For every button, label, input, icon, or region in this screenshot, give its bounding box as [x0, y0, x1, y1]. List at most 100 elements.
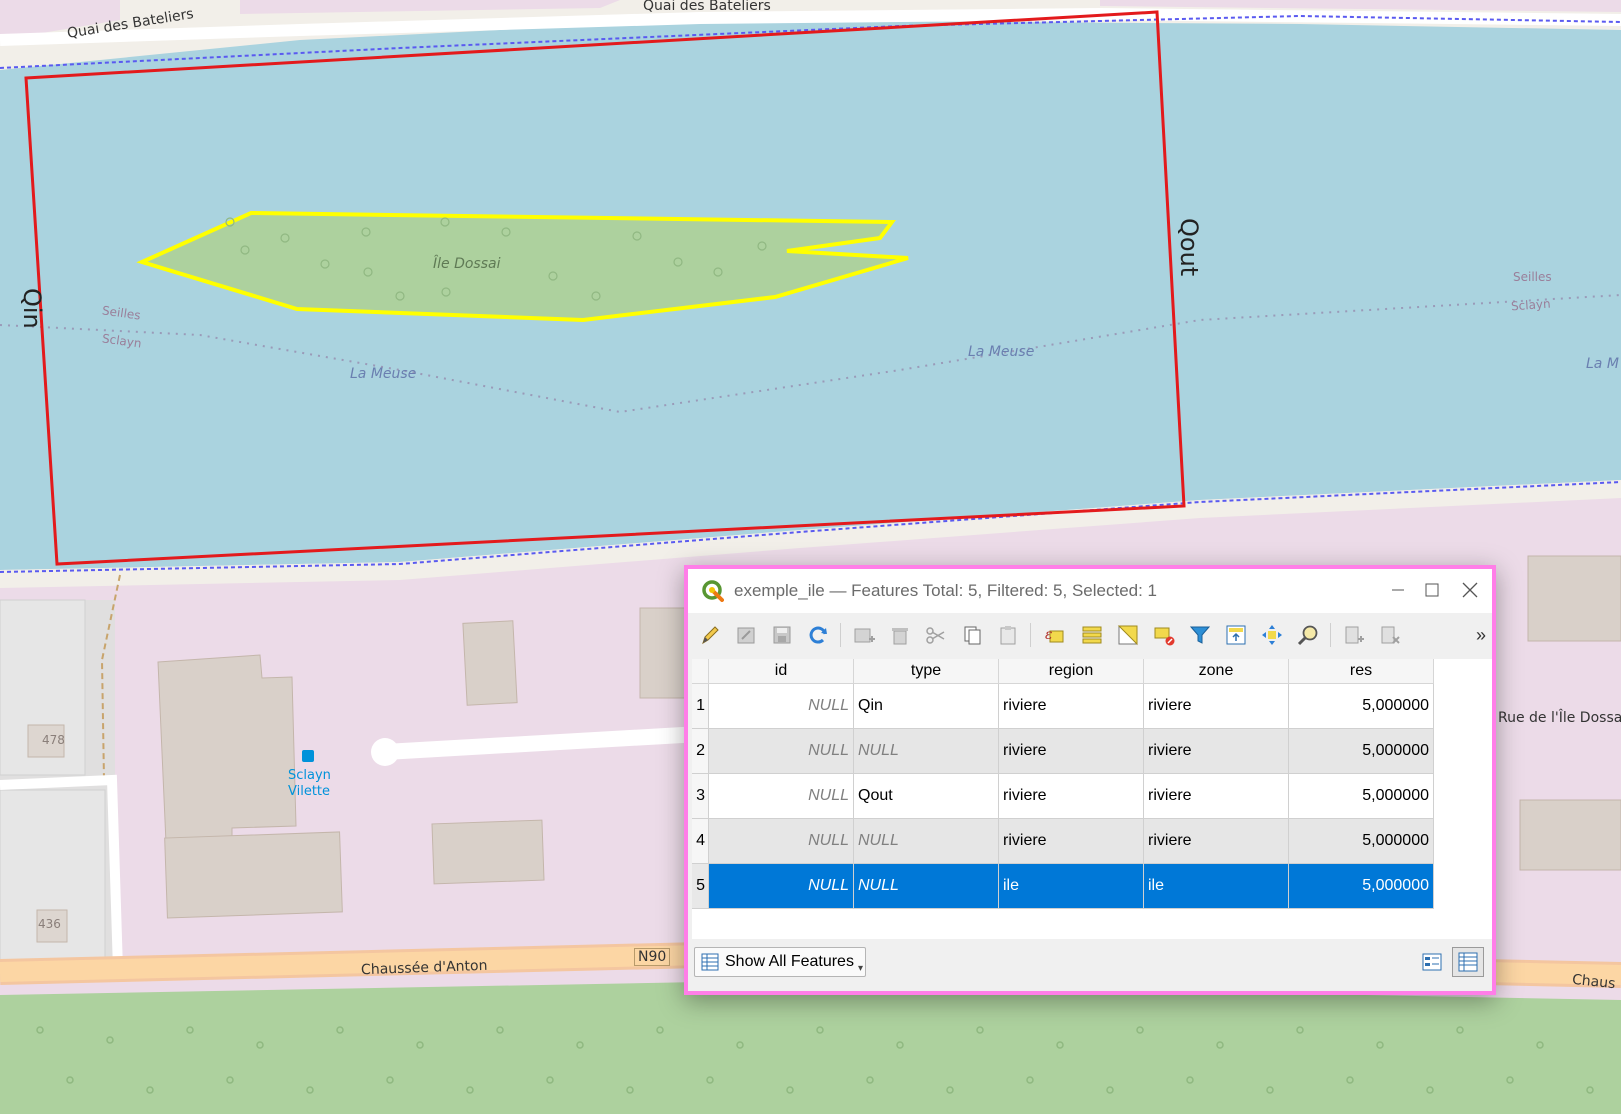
delete-feature-button[interactable]: [884, 619, 916, 651]
table-row-selected[interactable]: 5 NULL NULL ile ile 5,000000: [692, 863, 1434, 909]
cell-type[interactable]: NULL: [853, 863, 999, 909]
show-all-features-label: Show All Features: [725, 953, 854, 970]
select-all-icon: [1082, 626, 1102, 644]
cell-zone[interactable]: riviere: [1143, 683, 1289, 729]
table-view-button[interactable]: [1452, 947, 1484, 977]
cell-type[interactable]: Qout: [853, 773, 999, 819]
column-header-region[interactable]: region: [998, 659, 1144, 684]
cell-zone[interactable]: riviere: [1143, 818, 1289, 864]
boundary-label-b-right: Sclayn: [1510, 296, 1552, 314]
move-selection-top-icon: [1226, 625, 1246, 645]
save-edits-icon: [773, 626, 791, 644]
river-label-edge: La M: [1586, 356, 1619, 372]
filter-button[interactable]: [1184, 619, 1216, 651]
cell-res[interactable]: 5,000000: [1288, 863, 1434, 909]
cell-id[interactable]: NULL: [708, 863, 854, 909]
cell-type[interactable]: NULL: [853, 728, 999, 774]
cell-res[interactable]: 5,000000: [1288, 683, 1434, 729]
form-view-button[interactable]: [1416, 947, 1448, 977]
reload-icon: [809, 626, 827, 644]
cell-zone[interactable]: riviere: [1143, 773, 1289, 819]
row-header[interactable]: 3: [692, 773, 709, 819]
cell-res[interactable]: 5,000000: [1288, 728, 1434, 774]
cell-res[interactable]: 5,000000: [1288, 818, 1434, 864]
cell-res[interactable]: 5,000000: [1288, 773, 1434, 819]
table-row[interactable]: 4 NULL NULL riviere riviere 5,000000: [692, 818, 1434, 864]
column-header-res[interactable]: res: [1288, 659, 1434, 684]
row-header[interactable]: 4: [692, 818, 709, 864]
column-header-zone[interactable]: zone: [1143, 659, 1289, 684]
cell-region[interactable]: riviere: [998, 728, 1144, 774]
attribute-table-window[interactable]: exemple_ile — Features Total: 5, Filtere…: [684, 565, 1496, 995]
minimize-icon: [1392, 589, 1404, 591]
maximize-button[interactable]: [1412, 575, 1452, 605]
bus-stop-label-line2: Vilette: [288, 784, 331, 799]
cell-zone[interactable]: ile: [1143, 863, 1289, 909]
cell-region[interactable]: ile: [998, 863, 1144, 909]
qout-label: Qout: [1175, 218, 1203, 277]
column-header-type[interactable]: type: [853, 659, 999, 684]
table-row[interactable]: 2 NULL NULL riviere riviere 5,000000: [692, 728, 1434, 774]
save-edits-button[interactable]: [766, 619, 798, 651]
svg-text:ε: ε: [1045, 627, 1053, 643]
toolbar-overflow-button[interactable]: »: [1476, 625, 1486, 646]
expression-select-button[interactable]: ε: [1038, 619, 1070, 651]
multi-edit-button[interactable]: [730, 619, 762, 651]
qin-label: Qin: [18, 288, 46, 329]
table-filter-icon: [701, 953, 719, 971]
filter-icon: [1189, 626, 1211, 644]
cell-type[interactable]: NULL: [853, 818, 999, 864]
add-feature-button[interactable]: [848, 619, 880, 651]
copy-icon: [964, 626, 981, 645]
cell-zone[interactable]: riviere: [1143, 728, 1289, 774]
zoom-to-selection-button[interactable]: [1292, 619, 1324, 651]
delete-field-icon: [1381, 626, 1400, 644]
reload-button[interactable]: [802, 619, 834, 651]
dropdown-caret-icon: ▾: [857, 963, 863, 974]
paste-icon: [1000, 626, 1016, 645]
cell-region[interactable]: riviere: [998, 683, 1144, 729]
window-titlebar[interactable]: exemple_ile — Features Total: 5, Filtere…: [688, 569, 1492, 613]
cut-button[interactable]: [920, 619, 952, 651]
column-header-id[interactable]: id: [708, 659, 854, 684]
attribute-table[interactable]: id type region zone res 1 NULL Qin rivie…: [692, 659, 1492, 939]
table-row[interactable]: 3 NULL Qout riviere riviere 5,000000: [692, 773, 1434, 819]
show-all-features-dropdown[interactable]: Show All Features ▾: [694, 947, 866, 977]
row-header[interactable]: 1: [692, 683, 709, 729]
close-button[interactable]: [1450, 575, 1490, 605]
table-row[interactable]: 1 NULL Qin riviere riviere 5,000000: [692, 683, 1434, 729]
select-all-button[interactable]: [1076, 619, 1108, 651]
move-selection-top-button[interactable]: [1220, 619, 1252, 651]
island-name-label: Île Dossai: [433, 256, 501, 272]
cell-region[interactable]: riviere: [998, 818, 1144, 864]
river-label-left: La Meuse: [350, 366, 417, 382]
window-title: exemple_ile — Features Total: 5, Filtere…: [734, 581, 1158, 600]
toggle-edit-button[interactable]: [694, 619, 726, 651]
pan-to-selection-button[interactable]: [1256, 619, 1288, 651]
cell-id[interactable]: NULL: [708, 683, 854, 729]
copy-button[interactable]: [956, 619, 988, 651]
corner-header[interactable]: [692, 659, 709, 684]
cell-id[interactable]: NULL: [708, 728, 854, 774]
paste-button[interactable]: [992, 619, 1024, 651]
boundary-label-a-right: Seilles: [1513, 270, 1552, 284]
cell-id[interactable]: NULL: [708, 773, 854, 819]
bus-stop-icon: [302, 750, 314, 762]
maximize-icon: [1425, 583, 1439, 597]
cell-id[interactable]: NULL: [708, 818, 854, 864]
road-ref-badge: N90: [634, 948, 671, 966]
new-field-button[interactable]: [1338, 619, 1370, 651]
deselect-button[interactable]: [1148, 619, 1180, 651]
row-header[interactable]: 2: [692, 728, 709, 774]
delete-feature-icon: [892, 628, 908, 645]
qgis-icon: [702, 580, 724, 602]
cell-region[interactable]: riviere: [998, 773, 1144, 819]
invert-selection-button[interactable]: [1112, 619, 1144, 651]
zoom-to-selection-icon: [1297, 625, 1318, 646]
add-feature-icon: [854, 628, 875, 643]
table-statusbar: Show All Features ▾: [688, 939, 1492, 991]
cell-type[interactable]: Qin: [853, 683, 999, 729]
river-label-right: La Meuse: [968, 344, 1035, 360]
row-header[interactable]: 5: [692, 863, 709, 909]
delete-field-button[interactable]: [1374, 619, 1406, 651]
